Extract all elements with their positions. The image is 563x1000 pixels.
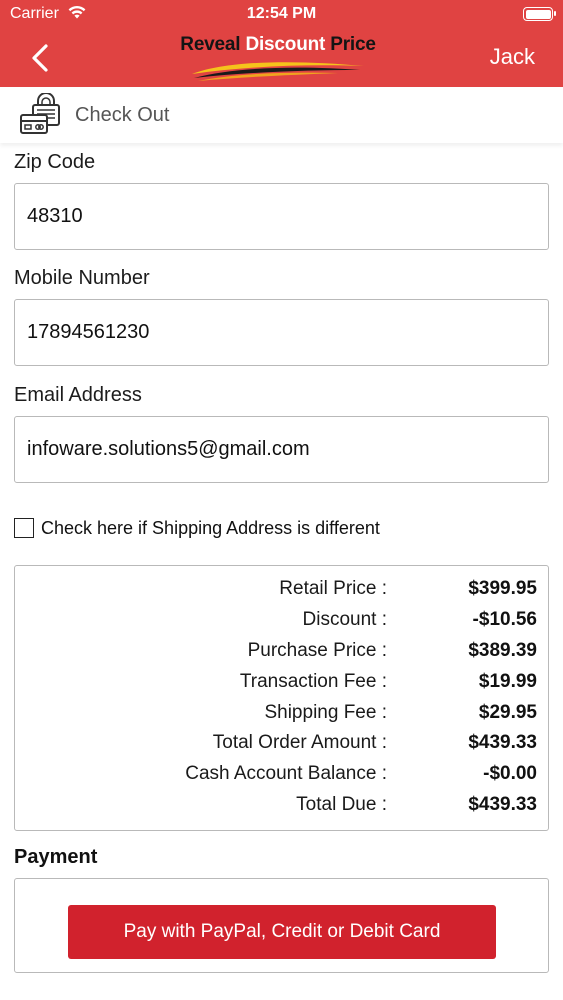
zip-code-label: Zip Code xyxy=(14,151,96,173)
payment-section: Pay with PayPal, Credit or Debit Card xyxy=(14,878,549,973)
page-title: Check Out xyxy=(75,104,170,126)
summary-row: Cash Account Balance : -$0.00 xyxy=(15,761,550,791)
battery-icon xyxy=(523,7,556,21)
summary-value: $399.95 xyxy=(468,578,537,599)
summary-label: Discount : xyxy=(302,609,387,630)
zip-code-value: 48310 xyxy=(27,205,83,227)
summary-row: Total Order Amount : $439.33 xyxy=(15,730,550,760)
summary-value: -$10.56 xyxy=(472,609,537,630)
zip-code-field[interactable]: 48310 xyxy=(14,183,549,250)
summary-label: Total Order Amount : xyxy=(212,732,387,753)
summary-row: Total Due : $439.33 xyxy=(15,792,550,822)
mobile-number-label: Mobile Number xyxy=(14,267,150,289)
summary-label: Purchase Price : xyxy=(247,640,387,661)
summary-row: Transaction Fee : $19.99 xyxy=(15,669,550,699)
checkout-header: Check Out xyxy=(0,87,563,143)
summary-value: -$0.00 xyxy=(483,763,537,784)
navigation-bar: Reveal Discount Price Jack xyxy=(0,30,563,87)
status-bar: Carrier 12:54 PM xyxy=(0,0,563,30)
summary-value: $439.33 xyxy=(468,794,537,815)
summary-row: Discount : -$10.56 xyxy=(15,607,550,637)
secure-checkout-icon xyxy=(20,93,60,134)
summary-row: Retail Price : $399.95 xyxy=(15,576,550,606)
summary-value: $439.33 xyxy=(468,732,537,753)
mobile-number-field[interactable]: 17894561230 xyxy=(14,299,549,366)
shipping-address-checkbox-label: Check here if Shipping Address is differ… xyxy=(41,518,380,538)
status-time: 12:54 PM xyxy=(246,5,317,22)
summary-label: Cash Account Balance : xyxy=(185,763,387,784)
pay-with-paypal-button[interactable]: Pay with PayPal, Credit or Debit Card xyxy=(68,905,496,959)
summary-label: Retail Price : xyxy=(279,578,387,599)
summary-value: $29.95 xyxy=(478,702,537,723)
email-address-field[interactable]: infoware.solutions5@gmail.com xyxy=(14,416,549,483)
email-address-label: Email Address xyxy=(14,384,142,406)
email-address-value: infoware.solutions5@gmail.com xyxy=(27,438,310,460)
mobile-number-value: 17894561230 xyxy=(27,321,150,343)
back-chevron-icon[interactable] xyxy=(26,40,58,76)
order-summary: Retail Price : $399.95 Discount : -$10.5… xyxy=(14,565,549,831)
summary-value: $19.99 xyxy=(478,671,537,692)
logo-swoosh-icon xyxy=(192,62,364,81)
user-name[interactable]: Jack xyxy=(490,44,535,70)
summary-label: Total Due : xyxy=(296,794,387,815)
shipping-address-checkbox[interactable] xyxy=(14,518,34,538)
app-header: Carrier 12:54 PM Reveal Discount Price J… xyxy=(0,0,563,87)
summary-row: Shipping Fee : $29.95 xyxy=(15,700,550,730)
summary-label: Transaction Fee : xyxy=(239,671,387,692)
logo-text: Reveal Discount Price xyxy=(180,34,376,55)
summary-label: Shipping Fee : xyxy=(264,702,387,723)
summary-value: $389.39 xyxy=(468,640,537,661)
summary-row: Purchase Price : $389.39 xyxy=(15,638,550,668)
payment-heading: Payment xyxy=(14,846,98,868)
app-logo: Reveal Discount Price xyxy=(178,32,378,84)
